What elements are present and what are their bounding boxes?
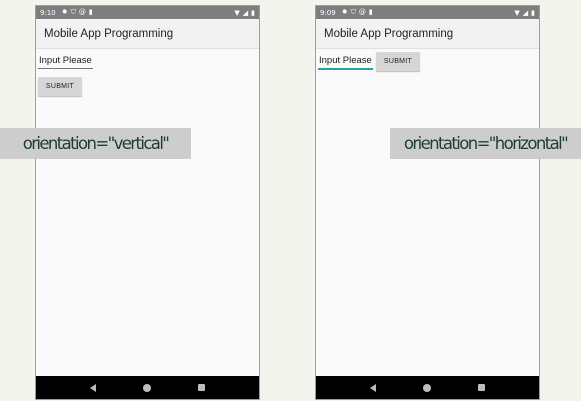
orientation-vertical-banner: orientation="vertical" <box>0 128 191 159</box>
submit-button[interactable]: SUBMIT <box>38 77 82 96</box>
back-icon[interactable] <box>369 383 376 392</box>
input-field[interactable]: Input Please <box>318 55 373 70</box>
submit-button[interactable]: SUBMIT <box>376 52 420 71</box>
wifi-icon: ▼ <box>234 8 240 17</box>
back-icon[interactable] <box>89 383 96 392</box>
input-field[interactable]: Input Please <box>38 55 93 69</box>
status-time: 9:09 <box>320 8 336 17</box>
phone-horizontal: 9:09 ✹ ⛉ @ ▮ ▼ ◢ ▮ Mobile App Programmin… <box>315 5 540 400</box>
sim-card-icon: ▮ <box>88 8 93 16</box>
sim-card-icon: ▮ <box>368 8 373 16</box>
home-icon[interactable] <box>422 383 431 392</box>
status-right-icons: ▼ ◢ ▮ <box>234 9 255 17</box>
app-bar: Mobile App Programming <box>36 19 259 49</box>
app-title: Mobile App Programming <box>324 27 454 40</box>
recents-icon[interactable] <box>198 384 206 391</box>
nav-bar <box>36 376 259 399</box>
content-area: Input Please SUBMIT <box>316 49 539 369</box>
gear-icon: ✹ <box>61 8 68 16</box>
content-area: Input Please SUBMIT <box>36 49 259 369</box>
battery-icon: ▮ <box>531 8 535 17</box>
recents-icon[interactable] <box>478 384 486 391</box>
status-bar: 9:10 ✹ ⛉ @ ▮ ▼ ◢ ▮ <box>36 6 259 19</box>
signal-icon: ◢ <box>522 8 529 17</box>
battery-icon: ▮ <box>251 8 255 17</box>
app-bar: Mobile App Programming <box>316 19 539 49</box>
app-title: Mobile App Programming <box>44 27 174 40</box>
orientation-horizontal-banner: orientation="horizontal" <box>390 128 581 159</box>
nav-bar <box>316 376 539 399</box>
home-icon[interactable] <box>142 383 151 392</box>
at-icon: @ <box>78 8 86 16</box>
signal-icon: ◢ <box>242 8 249 17</box>
status-bar: 9:09 ✹ ⛉ @ ▮ ▼ ◢ ▮ <box>316 6 539 19</box>
status-right-icons: ▼ ◢ ▮ <box>514 9 535 17</box>
at-icon: @ <box>358 8 366 16</box>
wifi-icon: ▼ <box>514 8 520 17</box>
gear-icon: ✹ <box>341 8 348 16</box>
shield-icon: ⛉ <box>350 8 356 16</box>
status-time: 9:10 <box>40 8 56 17</box>
shield-icon: ⛉ <box>70 8 76 16</box>
phone-vertical: 9:10 ✹ ⛉ @ ▮ ▼ ◢ ▮ Mobile App Programmin… <box>35 5 260 400</box>
